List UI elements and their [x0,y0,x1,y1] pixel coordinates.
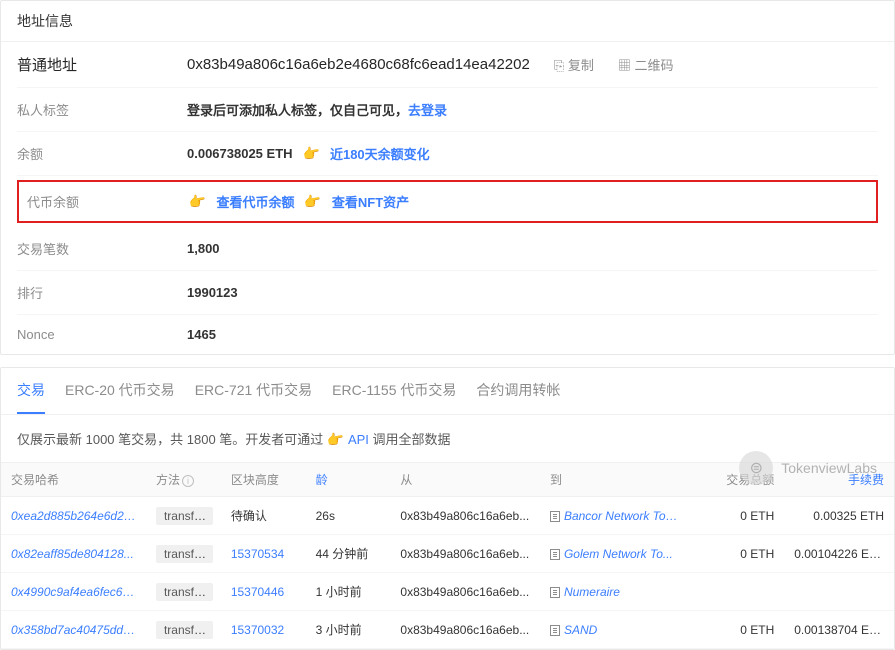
contract-icon [550,511,560,522]
tx-to-link[interactable]: Numeraire [540,573,690,611]
tab-transactions[interactable]: 交易 [17,368,45,414]
tx-block: 15370032 [221,611,306,649]
col-hash: 交易哈希 [1,463,146,497]
token-balance-highlight: 代币余额 👉 查看代币余额 👉 查看NFT资产 [17,180,878,223]
view-token-balance-link[interactable]: 查看代币余额 [216,192,294,211]
col-from: 从 [390,463,540,497]
contract-icon [550,549,560,560]
transactions-table: 交易哈希 方法i 区块高度 龄 从 到 交易总额 手续费 0xea2d885b2… [1,462,894,649]
tx-from: 0x83b49a806c16a6eb... [390,611,540,649]
tx-from: 0x83b49a806c16a6eb... [390,535,540,573]
qrcode-icon: ▦ [618,58,631,73]
address-row: 普通地址 0x83b49a806c16a6eb2e4680c68fc6ead14… [17,42,878,88]
pointer-icon: 👉 [301,144,321,164]
tx-age: 44 分钟前 [306,535,391,573]
table-row: 0x82eaff85de804128...transfer 15370534 44 … [1,535,894,573]
watermark-icon: ⊜ [739,451,773,485]
contract-icon [550,587,560,598]
view-nft-assets-link[interactable]: 查看NFT资产 [332,192,409,211]
private-tag-row: 私人标签 登录后可添加私人标签，仅自己可见，去登录 [17,88,878,132]
tx-hash-link[interactable]: 0xea2d885b264e6d28... [1,497,146,535]
address-type-label: 普通地址 [17,54,187,75]
tx-fee: 0.00325 ETH [784,497,894,535]
nonce-label: Nonce [17,327,187,342]
block-link[interactable]: 15370446 [231,585,284,599]
col-age[interactable]: 龄 [306,463,391,497]
address-info-card: 地址信息 普通地址 0x83b49a806c16a6eb2e4680c68fc6… [0,0,895,355]
tx-age: 3 小时前 [306,611,391,649]
copy-icon: ⎘ [554,58,564,73]
tx-amount: 0 ETH [690,497,785,535]
balance-row: 余额 0.006738025 ETH 👉 近180天余额变化 [17,132,878,176]
pointer-icon: 👉 [188,192,208,212]
card-title: 地址信息 [1,1,894,42]
rank-label: 排行 [17,283,187,302]
col-method: 方法i [146,463,221,497]
block-link[interactable]: 15370534 [231,547,284,561]
tabs-bar: 交易 ERC-20 代币交易 ERC-721 代币交易 ERC-1155 代币交… [1,368,894,415]
token-balance-label: 代币余额 [27,192,189,211]
nonce-row: Nonce 1465 [17,315,878,354]
token-balance-row: 代币余额 👉 查看代币余额 👉 查看NFT资产 [27,188,868,215]
contract-icon [550,625,560,636]
tx-amount [690,573,785,611]
balance-history-link[interactable]: 近180天余额变化 [330,144,430,163]
tx-fee [784,573,894,611]
transactions-card: 交易 ERC-20 代币交易 ERC-721 代币交易 ERC-1155 代币交… [0,367,895,650]
login-link[interactable]: 去登录 [408,103,447,118]
tx-age: 26s [306,497,391,535]
tx-amount: 0 ETH [690,611,785,649]
table-row: 0x358bd7ac40475dde...transfer 15370032 3 小… [1,611,894,649]
tx-to-link[interactable]: SAND [540,611,690,649]
qr-button[interactable]: ▦ 二维码 [618,55,674,74]
balance-label: 余额 [17,144,187,163]
tx-hash-link[interactable]: 0x4990c9af4ea6fec6e... [1,573,146,611]
nonce-value: 1465 [187,327,878,342]
tx-method: transfer [146,535,221,573]
pointer-icon: 👉 [303,192,323,212]
tx-to-link[interactable]: Golem Network To... [540,535,690,573]
tx-block: 15370446 [221,573,306,611]
tx-fee: 0.00138704 ETH [784,611,894,649]
tx-fee: 0.00104226 ETH [784,535,894,573]
tx-block: 15370534 [221,535,306,573]
col-block: 区块高度 [221,463,306,497]
private-tag-label: 私人标签 [17,100,187,119]
rank-value: 1990123 [187,285,878,300]
tab-contract-calls[interactable]: 合约调用转帐 [476,368,560,414]
copy-button[interactable]: ⎘ 复制 [554,55,594,74]
watermark-text: TokenviewLabs [781,460,877,476]
tx-from: 0x83b49a806c16a6eb... [390,497,540,535]
watermark: ⊜ TokenviewLabs [739,451,877,485]
tx-count-value: 1,800 [187,241,878,256]
tx-amount: 0 ETH [690,535,785,573]
info-icon[interactable]: i [182,475,194,487]
col-to: 到 [540,463,690,497]
tx-age: 1 小时前 [306,573,391,611]
tab-erc20[interactable]: ERC-20 代币交易 [65,368,175,414]
block-link[interactable]: 15370032 [231,623,284,637]
address-value: 0x83b49a806c16a6eb2e4680c68fc6ead14ea422… [187,56,530,73]
tx-count-label: 交易笔数 [17,239,187,258]
rank-row: 排行 1990123 [17,271,878,315]
table-row: 0xea2d885b264e6d28...transfer待确认26s0x83b… [1,497,894,535]
tab-erc1155[interactable]: ERC-1155 代币交易 [332,368,456,414]
tx-method: transfer [146,611,221,649]
api-link[interactable]: API [348,432,369,447]
tx-method: transfer [146,497,221,535]
pointer-icon: 👉 [326,430,346,450]
tx-block: 待确认 [221,497,306,535]
table-row: 0x4990c9af4ea6fec6e...transfer 15370446 1 … [1,573,894,611]
tx-method: transfer [146,573,221,611]
tx-to-link[interactable]: Bancor Network Token [540,497,690,535]
tx-count-row: 交易笔数 1,800 [17,227,878,271]
tab-erc721[interactable]: ERC-721 代币交易 [195,368,312,414]
tx-from: 0x83b49a806c16a6eb... [390,573,540,611]
tx-hash-link[interactable]: 0x82eaff85de804128... [1,535,146,573]
balance-value: 0.006738025 ETH [187,146,293,161]
tx-hash-link[interactable]: 0x358bd7ac40475dde... [1,611,146,649]
